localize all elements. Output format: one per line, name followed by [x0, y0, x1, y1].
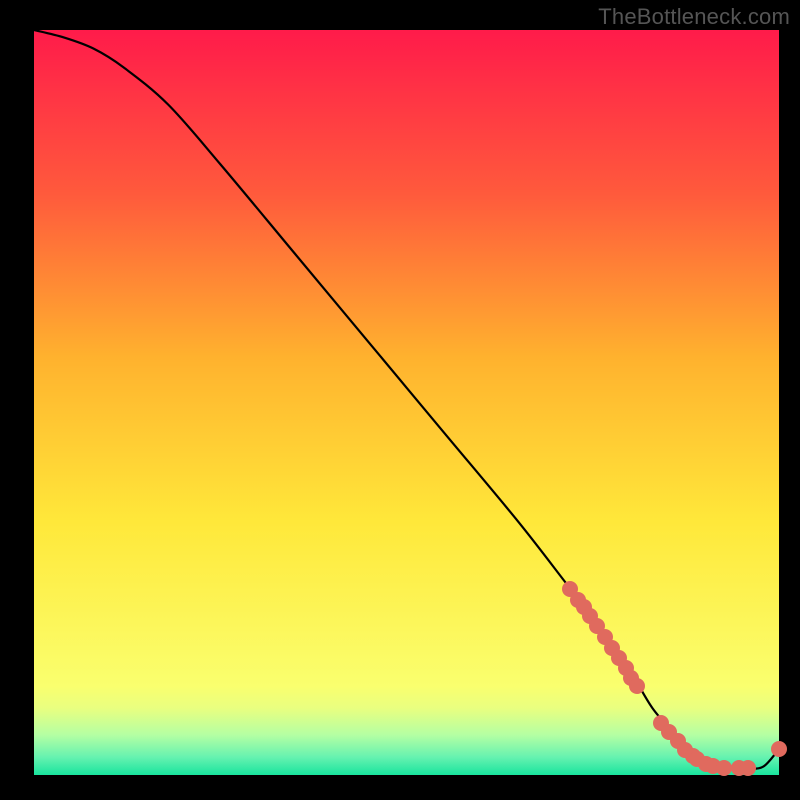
chart-plot-area: [34, 30, 779, 775]
data-dot: [740, 760, 756, 776]
watermark-text: TheBottleneck.com: [598, 4, 790, 30]
data-dots-layer: [34, 30, 779, 775]
data-dot: [771, 741, 787, 757]
data-dot: [716, 760, 732, 776]
image-stage: TheBottleneck.com: [0, 0, 800, 800]
data-dot: [629, 678, 645, 694]
